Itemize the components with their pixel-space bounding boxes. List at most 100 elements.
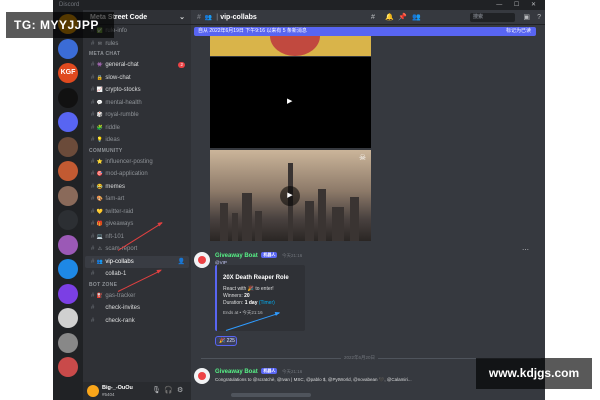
people-icon: 👥 <box>204 15 213 21</box>
channel-item[interactable]: # ⛽ gas-tracker <box>85 290 189 303</box>
mark-as-read-button[interactable]: 标记为已读 <box>506 27 531 36</box>
channel-name: crypto-stocks <box>105 87 141 93</box>
hash-icon: # <box>91 271 95 277</box>
member-list-icon[interactable]: 👥 <box>412 10 421 25</box>
channel-item[interactable]: # 🔒 slow-chat <box>85 72 189 85</box>
channel-emoji-icon: 🎁 <box>96 221 103 227</box>
message-timestamp: 今天21:16 <box>282 369 303 374</box>
video-attachment[interactable]: ▶ <box>210 150 371 241</box>
server-icon[interactable] <box>58 87 78 108</box>
invite-icon[interactable]: 👤 <box>178 256 185 269</box>
message-author[interactable]: Giveaway Boat <box>215 253 258 259</box>
channel-name: check-invites <box>105 305 141 311</box>
channel-item[interactable]: # 👾 general-chat 2 <box>85 59 189 72</box>
channel-name: vip-collabs <box>105 258 134 265</box>
message-text: Congratulations to @scratchè, @Ivan | MS… <box>215 377 412 382</box>
watermark-right: www.kdjgs.com <box>476 358 592 389</box>
channel-item[interactable]: # 🎯 mod-application <box>85 168 189 181</box>
channel-item[interactable]: # 💬 mental-health <box>85 97 189 110</box>
avatar[interactable] <box>194 368 210 384</box>
help-icon[interactable]: ? <box>537 10 541 25</box>
channel-name: mod-application <box>105 171 148 177</box>
channel-item[interactable]: # collab-1 <box>85 268 189 281</box>
video-attachment[interactable]: ▶ <box>210 57 371 148</box>
channel-emoji-icon: 🎯 <box>96 171 103 177</box>
pin-icon[interactable]: 📌 <box>398 10 407 25</box>
channel-item[interactable]: # 🧩 riddle <box>85 122 189 135</box>
hash-icon: # <box>91 112 95 118</box>
channel-category[interactable]: COMMUNITY <box>83 147 191 156</box>
channel-item[interactable]: # 🎨 fam-art <box>85 193 189 206</box>
channel-emoji-icon: 💬 <box>96 99 103 106</box>
server-icon[interactable] <box>58 38 78 59</box>
bell-icon[interactable]: 🔔 <box>385 10 394 25</box>
discord-window: Discord — ☐ ✕ KGF Meta Street Code ⌄ #✅r… <box>53 0 545 400</box>
hash-icon: # <box>91 74 95 81</box>
server-icon[interactable] <box>58 136 78 157</box>
server-icon[interactable] <box>58 234 78 255</box>
hash-icon: # <box>91 87 95 93</box>
search-input[interactable]: 搜索 <box>470 13 515 22</box>
channel-name: nft-101 <box>105 233 125 240</box>
server-icon[interactable] <box>58 185 78 206</box>
more-options-icon[interactable]: ⋯ <box>522 246 529 254</box>
avatar[interactable] <box>194 252 210 268</box>
channel-item[interactable]: # 🎁 giveaways <box>85 218 189 231</box>
server-icon[interactable] <box>58 112 78 132</box>
server-icon[interactable] <box>58 283 78 304</box>
play-icon[interactable]: ▶ <box>280 186 300 206</box>
channel-name: riddle <box>105 124 121 131</box>
channel-name: gas-tracker <box>105 292 136 299</box>
channel-category[interactable]: META CHAT <box>83 50 191 59</box>
server-icon[interactable] <box>58 332 78 353</box>
channel-name: check-rank <box>105 317 135 324</box>
hash-icon: # <box>91 196 95 202</box>
server-icon[interactable] <box>58 161 78 181</box>
window-controls[interactable]: — ☐ ✕ <box>496 0 541 10</box>
hash-icon: # <box>91 317 95 324</box>
microphone-icon[interactable]: 🎙 <box>152 386 161 394</box>
channel-item[interactable]: # check-rank <box>85 315 189 328</box>
channel-emoji-icon: 👾 <box>96 62 103 68</box>
channel-item[interactable]: # ✉ rules <box>85 38 189 51</box>
new-messages-bar[interactable]: 自从 2022年6月19日 下午9:16 以来有 5 条新消息 标记为已读 <box>194 27 536 36</box>
image-attachment[interactable] <box>210 36 371 56</box>
channel-name: royal-rumble <box>105 112 139 118</box>
chat-area: # 👥 | vip-collabs # 🔔 📌 👥 搜索 ▣ ? 自从 2022… <box>191 10 545 400</box>
avatar[interactable] <box>87 385 99 397</box>
channel-item[interactable]: # 💛 twitter-raid <box>85 206 189 219</box>
channel-item[interactable]: # 💡 ideas <box>85 134 189 147</box>
channel-name: slow-chat <box>105 74 131 81</box>
message-author[interactable]: Giveaway Boat <box>215 369 258 375</box>
user-name: Big-_-OuOu <box>102 385 133 391</box>
channel-item[interactable]: # 👥 vip-collabs 👤 <box>85 255 189 269</box>
channel-item[interactable]: # ⭐ influencer-posting <box>85 156 189 169</box>
chevron-down-icon[interactable]: ⌄ <box>179 10 185 25</box>
channel-item[interactable]: # 🎲 royal-rumble <box>85 109 189 122</box>
channel-item[interactable]: # 😂 memes <box>85 181 189 194</box>
server-icon[interactable] <box>58 210 78 230</box>
server-icon[interactable]: KGF <box>58 63 78 83</box>
play-icon[interactable]: ▶ <box>287 97 292 105</box>
channel-item[interactable]: # check-invites <box>85 302 189 315</box>
hash-icon: # <box>91 158 95 165</box>
channel-item[interactable]: #⚠scam-report <box>85 243 189 256</box>
server-icon[interactable] <box>58 357 78 377</box>
channel-emoji-icon: 🎲 <box>96 112 103 118</box>
channel-item[interactable]: # 📈 crypto-stocks <box>85 84 189 97</box>
hash-icon: # <box>91 137 95 143</box>
server-icon[interactable] <box>58 259 78 279</box>
headphones-icon[interactable]: 🎧 <box>164 386 173 394</box>
threads-icon[interactable]: # <box>371 10 375 25</box>
skull-icon: ☠ <box>359 153 367 162</box>
server-icon[interactable] <box>58 308 78 328</box>
embed-react-line: React with 🎉 to enter! <box>223 286 274 292</box>
hash-icon: # <box>91 246 95 252</box>
inbox-icon[interactable]: ▣ <box>523 10 530 25</box>
channel-emoji-icon: 💡 <box>96 137 103 143</box>
reaction-button[interactable]: 🎉 225 <box>215 336 237 346</box>
timer-link[interactable]: (Timer) <box>259 300 275 306</box>
unread-badge: 2 <box>178 62 185 68</box>
channel-sidebar: Meta Street Code ⌄ #✅rule-info#✉rulesMET… <box>83 10 191 400</box>
gear-icon[interactable]: ⚙ <box>177 386 183 394</box>
